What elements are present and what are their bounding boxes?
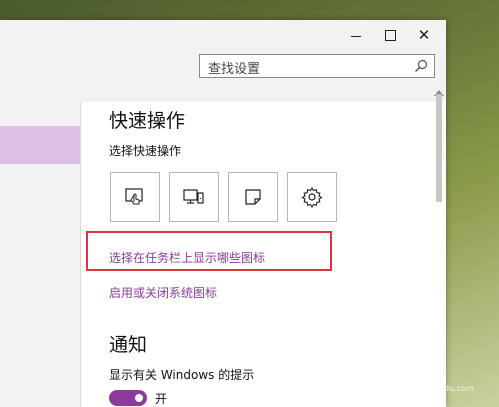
windows-tips-toggle[interactable] xyxy=(109,390,147,406)
windows-tips-label: 显示有关 Windows 的提示 xyxy=(109,368,255,382)
search-input[interactable]: 查找设置 xyxy=(199,54,435,78)
quick-action-tile-tablet[interactable] xyxy=(110,172,160,222)
toggle-knob xyxy=(135,394,143,402)
quick-action-tile-settings[interactable] xyxy=(287,172,337,222)
quick-actions-title: 快速操作 xyxy=(109,110,186,132)
title-bar: ✕ xyxy=(0,20,446,50)
nav-item-selected[interactable] xyxy=(0,126,80,164)
quick-action-tile-project[interactable] xyxy=(169,172,219,222)
maximize-icon xyxy=(384,29,396,41)
navigation-pane xyxy=(0,102,80,407)
watermark-url: jingyan.baidu.com xyxy=(400,384,474,393)
tablet-mode-icon xyxy=(125,188,143,205)
minimize-button[interactable] xyxy=(338,20,374,50)
search-icon[interactable] xyxy=(414,59,428,73)
taskbar-icons-link[interactable]: 选择在任务栏上显示哪些图标 xyxy=(109,249,265,266)
note-icon xyxy=(245,189,261,205)
quick-action-tile-note[interactable] xyxy=(228,172,278,222)
system-icons-link[interactable]: 启用或关闭系统图标 xyxy=(109,284,217,301)
quick-actions-subtitle: 选择快速操作 xyxy=(109,144,182,158)
close-button[interactable]: ✕ xyxy=(406,20,442,50)
settings-gear-icon xyxy=(301,186,323,208)
scrollbar-thumb[interactable] xyxy=(436,94,442,202)
maximize-button[interactable] xyxy=(372,20,408,50)
project-display-icon xyxy=(183,189,204,204)
minimize-icon xyxy=(351,35,361,37)
search-placeholder: 查找设置 xyxy=(208,62,261,77)
windows-tips-state: 开 xyxy=(155,392,168,406)
notifications-title: 通知 xyxy=(109,334,148,356)
